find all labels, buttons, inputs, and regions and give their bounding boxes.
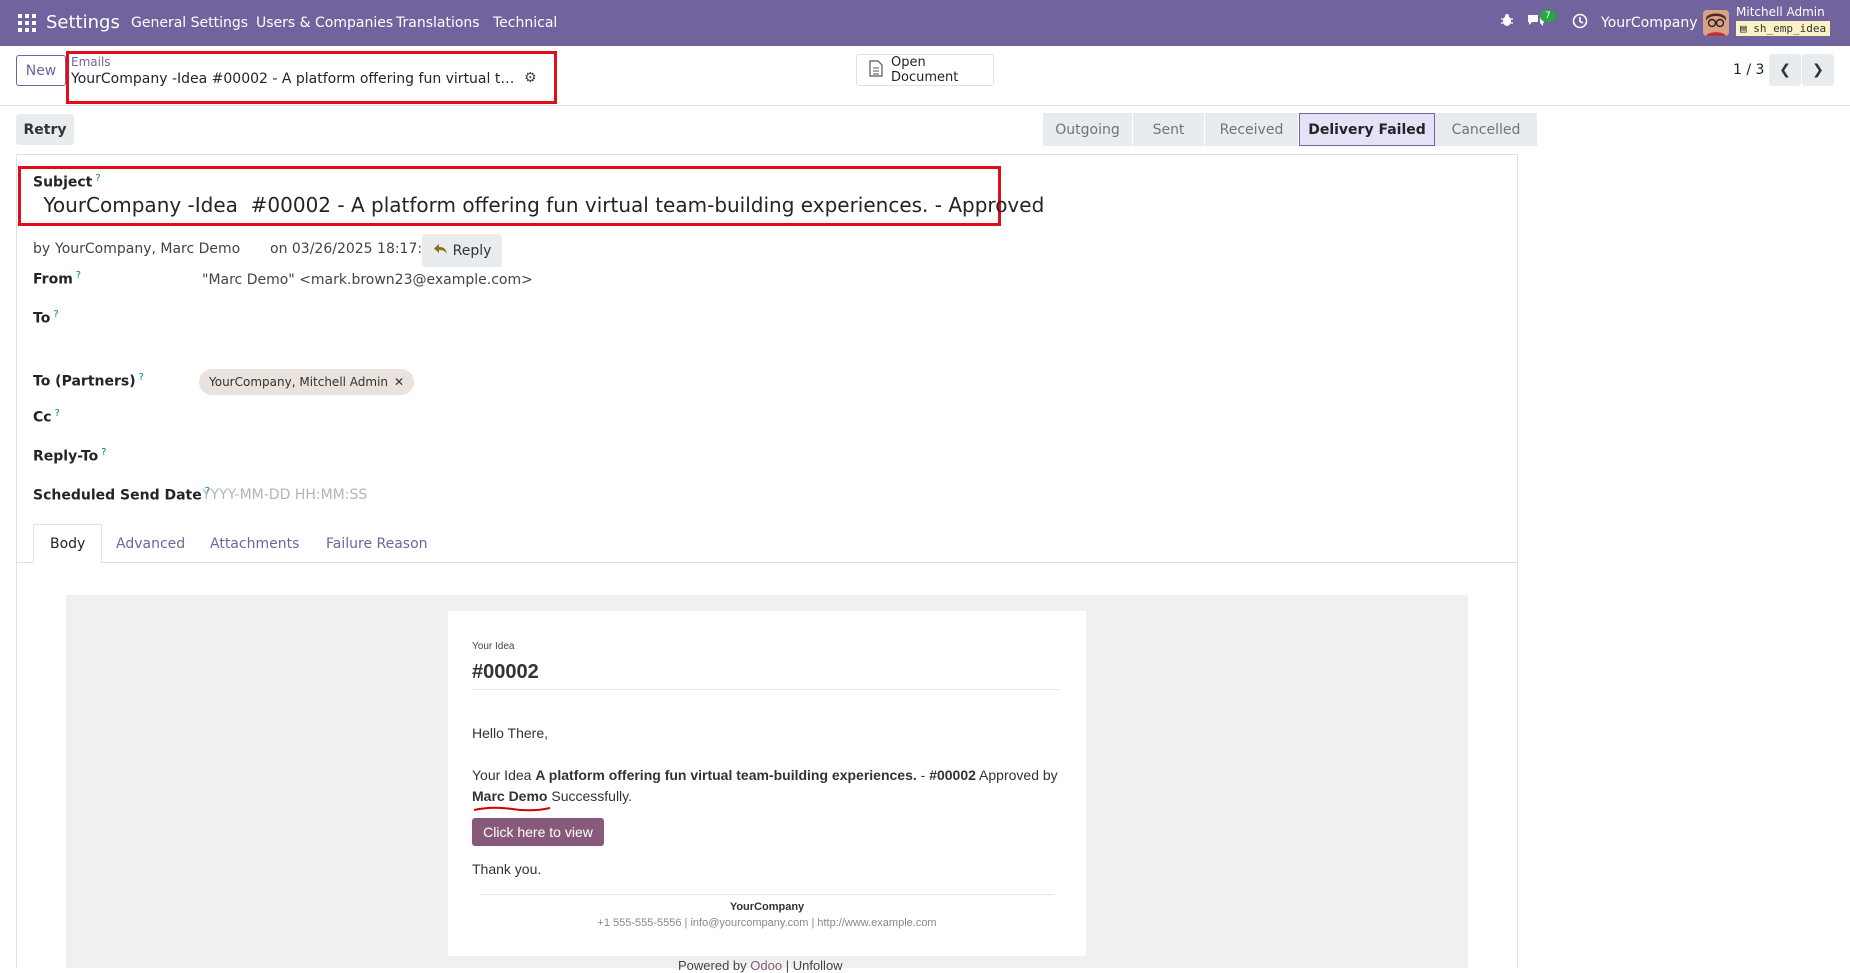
from-label: From?	[33, 270, 82, 288]
stage-outgoing[interactable]: Outgoing	[1043, 113, 1133, 146]
pager-previous-button[interactable]: ❮	[1769, 54, 1801, 86]
stage-cancelled[interactable]: Cancelled	[1435, 113, 1538, 146]
to-label: To?	[33, 309, 59, 327]
mail-footer-divider	[480, 894, 1054, 895]
mail-small-title: Your Idea	[472, 641, 515, 652]
from-field[interactable]: "Marc Demo" <mark.brown23@example.com>	[202, 272, 533, 288]
debug-bug-icon[interactable]	[1500, 13, 1514, 31]
menu-general-settings[interactable]: General Settings	[131, 15, 248, 31]
menu-technical[interactable]: Technical	[493, 15, 557, 31]
partner-tag[interactable]: YourCompany, Mitchell Admin ✕	[199, 369, 415, 395]
mail-idea-number: #00002	[472, 661, 539, 683]
tab-failure-reason[interactable]: Failure Reason	[310, 524, 444, 563]
apps-menu-icon[interactable]	[18, 14, 36, 32]
database-name: ▤ sh_emp_idea	[1736, 21, 1831, 36]
app-name[interactable]: Settings	[46, 12, 120, 33]
user-name[interactable]: Mitchell Admin	[1736, 6, 1825, 19]
scheduled-date-input[interactable]: YYYY-MM-DD HH:MM:SS	[202, 487, 367, 503]
document-icon	[869, 59, 883, 81]
retry-button[interactable]: Retry	[16, 114, 74, 145]
reply-to-label: Reply-To?	[33, 447, 107, 465]
pager-value[interactable]: 1 / 3	[1733, 62, 1764, 78]
menu-users-companies[interactable]: Users & Companies	[256, 15, 393, 31]
open-document-button[interactable]: Open Document	[856, 54, 994, 86]
scheduled-date-label: Scheduled Send Date?	[33, 486, 211, 504]
stage-delivery-failed[interactable]: Delivery Failed	[1299, 113, 1435, 146]
chevron-left-icon: ❮	[1779, 62, 1791, 78]
mail-approver: Marc Demo	[472, 788, 548, 804]
remove-tag-icon[interactable]: ✕	[394, 375, 404, 389]
new-button[interactable]: New	[16, 55, 66, 86]
tab-advanced[interactable]: Advanced	[100, 524, 201, 563]
gear-icon[interactable]: ⚙	[524, 70, 537, 86]
activity-clock-icon[interactable]	[1572, 13, 1588, 33]
mail-thanks: Thank you.	[472, 861, 542, 877]
author-prefix: by	[33, 241, 51, 257]
top-navbar: Settings General Settings Users & Compan…	[0, 0, 1850, 46]
powered-by: Powered by Odoo | Unfollow	[678, 958, 843, 973]
stage-sent[interactable]: Sent	[1133, 113, 1205, 146]
breadcrumb-record-title: YourCompany -Idea #00002 - A platform of…	[71, 71, 519, 87]
menu-translations[interactable]: Translations	[396, 15, 480, 31]
cc-label: Cc?	[33, 408, 60, 426]
reply-arrow-icon	[433, 243, 448, 259]
pager-next-button[interactable]: ❯	[1802, 54, 1834, 86]
chevron-right-icon: ❯	[1812, 62, 1824, 78]
status-bar: Outgoing Sent Received Delivery Failed C…	[1043, 113, 1538, 146]
author-value: YourCompany, Marc Demo	[55, 241, 241, 257]
date-value: on 03/26/2025 18:17:44	[270, 241, 440, 257]
red-underline-annotation	[473, 806, 551, 812]
company-switcher[interactable]: YourCompany	[1601, 15, 1698, 31]
mail-message: Your Idea A platform offering fun virtua…	[472, 767, 1058, 804]
mail-view-button[interactable]: Click here to view	[472, 818, 604, 846]
mail-greeting: Hello There,	[472, 725, 549, 741]
user-avatar[interactable]	[1703, 10, 1729, 36]
unread-messages-badge: 7	[1540, 10, 1556, 22]
tab-body[interactable]: Body	[33, 524, 103, 563]
mail-footer-contact: +1 555-555-5556 | info@yourcompany.com |…	[597, 917, 937, 929]
subject-field[interactable]: YourCompany -Idea #00002 - A platform of…	[37, 193, 1044, 217]
tab-attachments[interactable]: Attachments	[194, 524, 315, 563]
mail-card: Your Idea #00002 Hello There, Your Idea …	[448, 611, 1086, 956]
to-partners-label: To (Partners)?	[33, 372, 144, 390]
odoo-link[interactable]: Odoo	[750, 958, 782, 973]
stage-received[interactable]: Received	[1205, 113, 1299, 146]
mail-divider	[472, 689, 1060, 690]
unfollow-link[interactable]: | Unfollow	[786, 958, 843, 973]
database-icon: ▤	[1740, 22, 1747, 35]
reply-button[interactable]: Reply	[422, 234, 502, 267]
mail-footer-company: YourCompany	[729, 901, 805, 913]
breadcrumb-emails[interactable]: Emails	[71, 55, 111, 69]
